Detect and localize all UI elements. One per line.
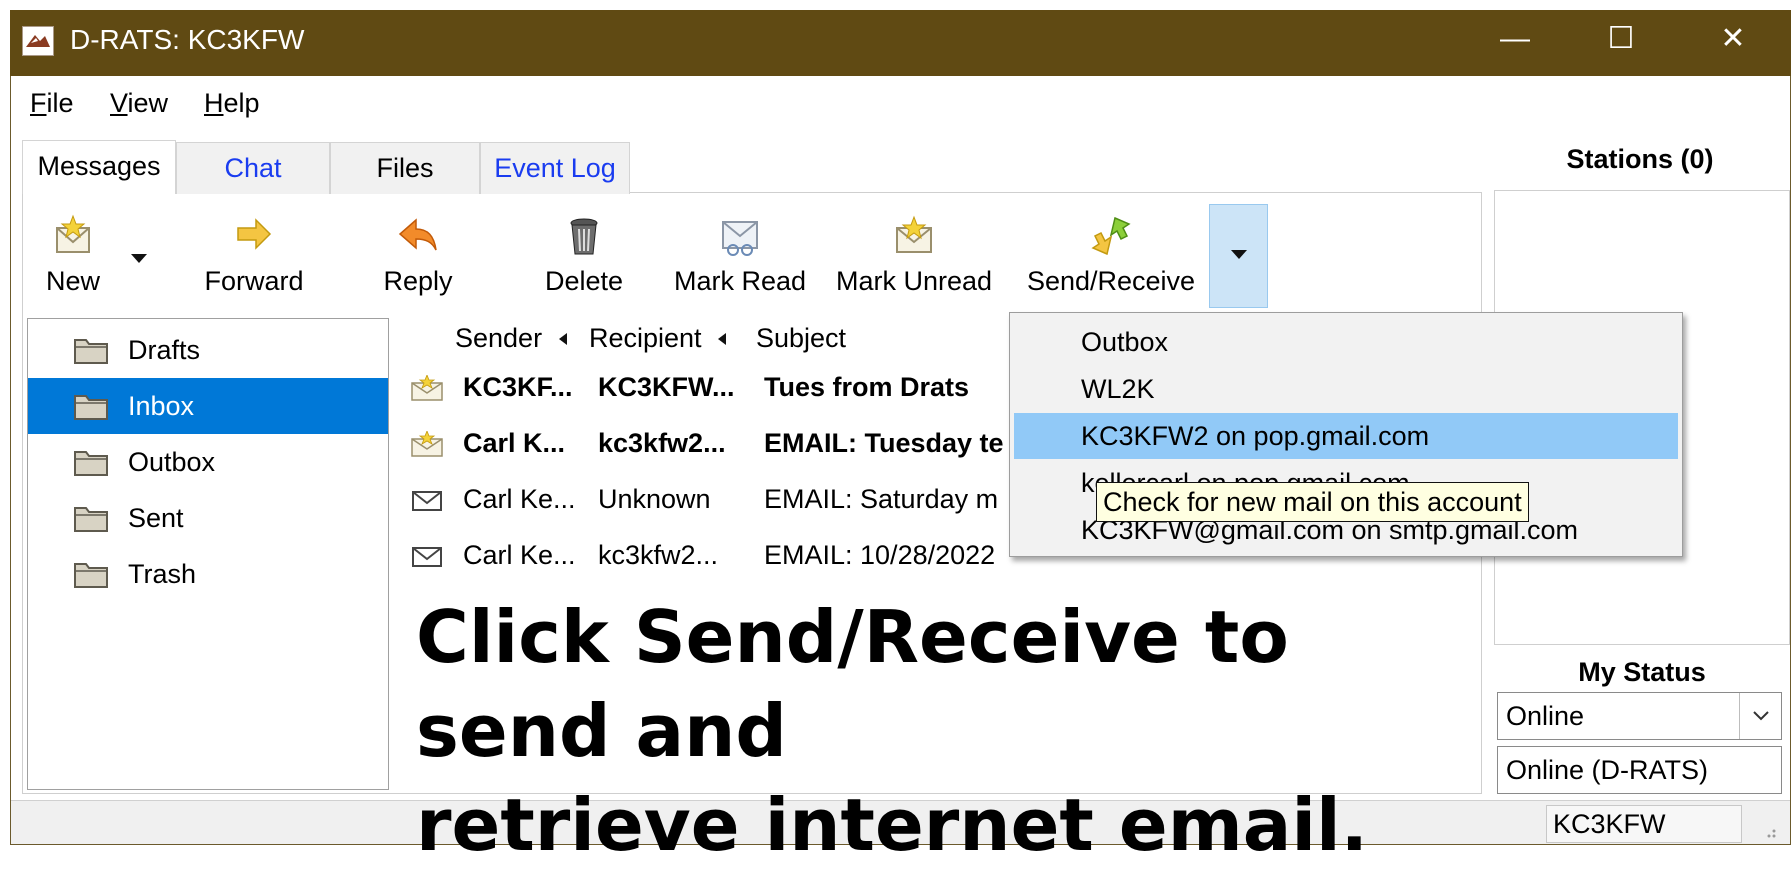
app-logo-icon — [22, 26, 54, 56]
forward-arrow-icon — [237, 218, 272, 250]
recipient-header-label: Recipient — [589, 323, 702, 353]
recipient-cell: kc3kfw2... — [598, 428, 726, 458]
sender-header-label: Sender — [455, 323, 543, 353]
status-select-toggle[interactable] — [1739, 693, 1781, 739]
maximize-button[interactable]: ☐ — [1586, 14, 1656, 64]
menu-item-kc3kfw2-pop[interactable]: KC3KFW2 on pop.gmail.com — [1014, 413, 1678, 459]
mark-unread-button[interactable]: Mark Unread — [830, 210, 998, 306]
read-envelope-icon — [412, 491, 442, 511]
status-select[interactable]: Online — [1497, 692, 1782, 740]
my-status-title: My Status — [1578, 657, 1706, 687]
recipient-cell: kc3kfw2... — [598, 540, 719, 570]
new-message-icon — [56, 214, 90, 253]
envelope-unread-icon — [896, 215, 932, 253]
resize-grip-icon[interactable] — [1760, 822, 1778, 840]
sender-cell: KC3KF... — [463, 372, 573, 402]
new-label: New — [45, 266, 100, 296]
folder-label: Trash — [128, 559, 197, 589]
chevron-down-icon — [1753, 711, 1769, 721]
folder-sent[interactable]: Sent — [28, 490, 388, 546]
mark-read-button[interactable]: Mark Read — [670, 210, 810, 306]
window-title: D-RATS: KC3KFW — [70, 24, 305, 55]
menu-item-outbox[interactable]: Outbox — [1014, 319, 1678, 365]
reply-arrow-icon — [398, 218, 437, 251]
mark-unread-label: Mark Unread — [835, 266, 993, 296]
delete-button[interactable]: Delete — [536, 210, 632, 306]
folder-label: Inbox — [128, 391, 195, 421]
envelope-read-icon — [722, 221, 758, 256]
sender-cell: Carl K... — [463, 428, 566, 458]
mark-read-label: Mark Read — [673, 266, 807, 296]
column-header-sender[interactable]: Sender — [455, 318, 570, 358]
annotation-line-2: retrieve internet email. — [416, 783, 1369, 867]
folder-icon — [74, 507, 108, 532]
menu-help[interactable]: Help — [204, 85, 260, 121]
recipient-cell: Unknown — [598, 484, 711, 514]
annotation-line-1: Click Send/Receive to send and — [416, 595, 1289, 773]
callsign-indicator: KC3KFW — [1546, 805, 1742, 843]
folder-outbox[interactable]: Outbox — [28, 434, 388, 490]
tab-files[interactable]: Files — [330, 142, 480, 194]
send-receive-button[interactable]: Send/Receive — [1018, 210, 1204, 306]
annotation-caption: Click Send/Receive to send and retrieve … — [416, 590, 1496, 872]
folder-drafts[interactable]: Drafts — [28, 322, 388, 378]
stations-title: Stations (0) — [1566, 144, 1714, 174]
column-header-subject[interactable]: Subject — [756, 318, 846, 358]
folder-trash[interactable]: Trash — [28, 546, 388, 602]
chevron-down-icon — [1231, 250, 1247, 259]
reply-label: Reply — [383, 266, 453, 296]
menu-file[interactable]: File — [30, 85, 74, 121]
new-button[interactable]: New — [38, 210, 108, 306]
tab-event-log[interactable]: Event Log — [480, 142, 630, 194]
delete-label: Delete — [544, 266, 624, 296]
menu-view[interactable]: View — [110, 85, 168, 121]
send-receive-arrows-icon — [1091, 216, 1131, 256]
folder-icon — [74, 451, 108, 476]
status-message-field[interactable]: Online (D-RATS) — [1497, 746, 1782, 794]
minimize-button[interactable]: — — [1480, 14, 1550, 64]
menu-bar — [11, 77, 1790, 129]
unread-envelope-icon — [411, 375, 443, 401]
sort-left-arrow-icon — [558, 333, 567, 345]
tab-chat[interactable]: Chat — [176, 142, 330, 194]
unread-envelope-icon — [411, 431, 443, 457]
status-select-value: Online — [1506, 701, 1585, 731]
sort-left-arrow-icon — [718, 333, 727, 345]
folder-inbox[interactable]: Inbox — [28, 378, 388, 434]
folder-label: Drafts — [128, 335, 201, 365]
sender-cell: Carl Ke... — [463, 484, 576, 514]
reply-button[interactable]: Reply — [378, 210, 458, 306]
recipient-cell: KC3KFW... — [598, 372, 735, 402]
sender-cell: Carl Ke... — [463, 540, 576, 570]
folder-icon — [74, 395, 108, 420]
forward-label: Forward — [204, 266, 304, 296]
folder-label: Sent — [128, 503, 184, 533]
column-header-recipient[interactable]: Recipient — [589, 318, 729, 358]
folder-icon — [74, 339, 108, 364]
folder-label: Outbox — [128, 447, 216, 477]
forward-button[interactable]: Forward — [198, 210, 310, 306]
read-envelope-icon — [412, 547, 442, 567]
send-receive-label: Send/Receive — [1026, 266, 1196, 296]
send-receive-dropdown-button[interactable] — [1209, 204, 1268, 308]
close-button[interactable]: ✕ — [1698, 14, 1768, 64]
tab-messages[interactable]: Messages — [22, 140, 176, 194]
new-dropdown-arrow-icon[interactable] — [128, 248, 150, 268]
folder-icon — [74, 563, 108, 588]
tooltip: Check for new mail on this account — [1096, 482, 1529, 522]
trash-can-icon — [570, 218, 598, 255]
menu-item-wl2k[interactable]: WL2K — [1014, 366, 1678, 412]
